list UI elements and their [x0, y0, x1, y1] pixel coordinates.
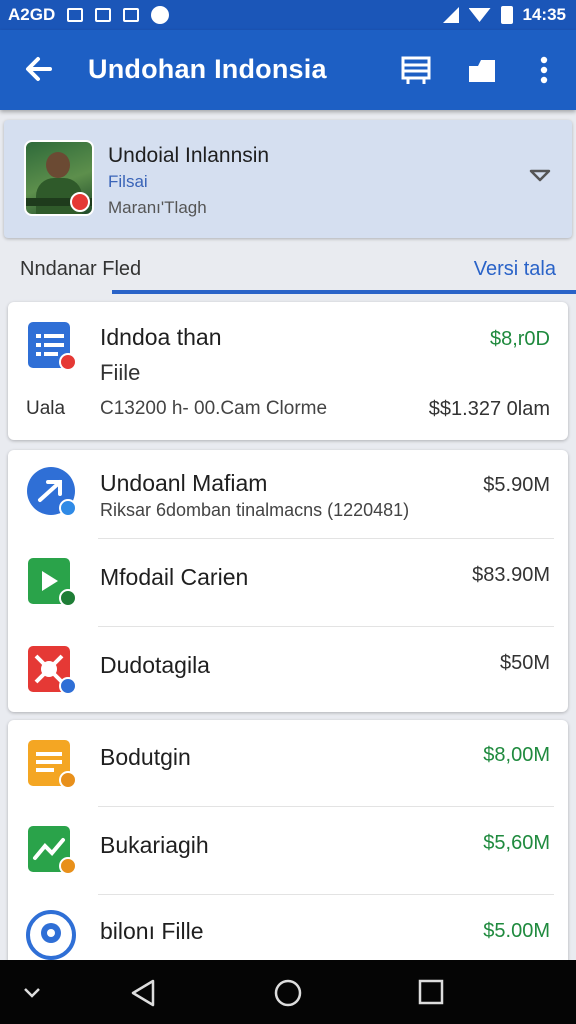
avatar: [24, 140, 94, 216]
folder-icon[interactable]: [466, 54, 498, 86]
list-view-icon[interactable]: [400, 54, 432, 86]
list-card-2: Bodutgin $8,00M Bukariagih $5,60M bilonı…: [8, 720, 568, 970]
chevron-down-icon[interactable]: [22, 986, 42, 1000]
profile-card[interactable]: Undoial Inlannsin Filsai Maranı'Tlagh: [4, 120, 572, 238]
list-item-amount: $5,60M: [483, 832, 550, 854]
list-item-title: Bodutgin: [100, 744, 191, 770]
featured-card[interactable]: Idndoa than Fiile Uala C13200 h- 00.Cam …: [8, 302, 568, 440]
battery-icon: [500, 6, 513, 24]
tab-bar: Nndanar Fled Versi tala: [0, 246, 576, 296]
list-item[interactable]: Bukariagih $5,60M: [8, 806, 568, 894]
video-icon: [28, 558, 76, 606]
system-nav-bar: [0, 960, 576, 1024]
list-item[interactable]: Dudotagila $50M: [8, 626, 568, 712]
nav-home-icon[interactable]: [273, 978, 303, 1008]
featured-amount: $8,r0D: [489, 328, 550, 350]
list-item-amount: $50M: [499, 652, 550, 674]
list-item-subtitle: Riksar 6domban tinalmacns (1220481): [100, 500, 410, 520]
list-item-title: Dudotagila: [100, 652, 210, 678]
list-item-amount: $5.90M: [483, 474, 550, 496]
list-item[interactable]: Undoanl Mafiam Riksar 6domban tinalmacns…: [8, 450, 568, 538]
list-item-title: Bukariagih: [100, 832, 209, 858]
status-bar: A2GD 14:35: [0, 0, 576, 30]
tab-indicator: [112, 290, 576, 294]
tools-icon: [28, 646, 76, 694]
list-item-title: bilonı Fille: [100, 918, 204, 944]
page-title: Undohan Indonsia: [88, 54, 327, 84]
wifi-icon: [468, 8, 491, 22]
nav-recents-icon[interactable]: [417, 978, 445, 1006]
signal-icon: [442, 7, 459, 23]
featured-label: Uala: [26, 398, 66, 419]
featured-detail: C13200 h- 00.Cam Clorme: [100, 398, 328, 419]
more-vert-icon[interactable]: [530, 54, 558, 86]
list-item[interactable]: Mfodail Carien $83.90M: [8, 538, 568, 626]
status-time: 14:35: [522, 5, 566, 24]
chevron-down-icon[interactable]: [528, 164, 552, 188]
notification-icon: [95, 8, 112, 22]
list-item-title: Undoanl Mafiam: [100, 470, 268, 496]
list-item[interactable]: Bodutgin $8,00M: [8, 720, 568, 806]
list-item-title: Mfodail Carien: [100, 564, 249, 590]
featured-amount-total: $$1.327 0lam: [428, 398, 550, 420]
list-item-amount: $83.90M: [472, 564, 550, 586]
tab-files[interactable]: Nndanar Fled: [20, 258, 141, 281]
status-left-text: A2GD: [8, 5, 56, 24]
location-icon: [26, 910, 76, 960]
slides-icon: [28, 740, 76, 788]
list-item-amount: $8,00M: [483, 744, 550, 766]
tab-version[interactable]: Versi tala: [474, 258, 556, 281]
profile-subtitle: Filsai: [108, 172, 148, 191]
list-card-1: Undoanl Mafiam Riksar 6domban tinalmacns…: [8, 450, 568, 712]
document-icon: [28, 322, 76, 370]
list-item[interactable]: bilonı Fille $5.00M: [8, 894, 568, 970]
badge-icon: [70, 192, 90, 212]
notification-icon: [67, 8, 84, 22]
notification-icon: [123, 8, 140, 22]
chart-icon: [28, 826, 76, 874]
list-item-amount: $5.00M: [483, 920, 550, 942]
app-bar: Undohan Indonsia: [0, 30, 576, 110]
featured-title: Idndoa than: [100, 324, 222, 350]
profile-meta: Maranı'Tlagh: [108, 198, 207, 217]
notification-icon: [151, 6, 170, 24]
back-arrow-icon[interactable]: [22, 52, 56, 86]
profile-name: Undoial Inlannsin: [108, 144, 270, 167]
featured-subtitle: Fiile: [100, 360, 141, 385]
send-icon: [27, 467, 76, 516]
nav-back-icon[interactable]: [128, 978, 158, 1008]
